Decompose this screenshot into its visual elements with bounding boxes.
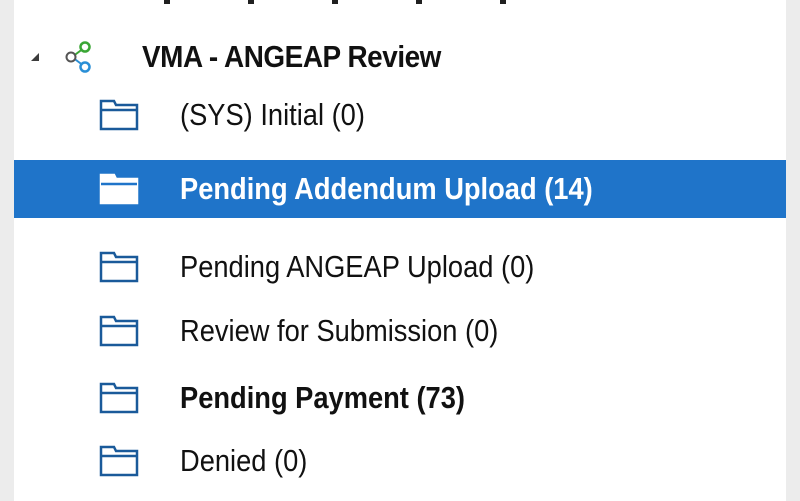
tree-view[interactable]: VMA - ANGEAP Review (SYS) Initial (0) Pe… (14, 0, 786, 501)
window-frame: VMA - ANGEAP Review (SYS) Initial (0) Pe… (0, 0, 800, 501)
clipped-row-above (164, 0, 614, 12)
folder-icon (99, 315, 139, 347)
tree-root-label: VMA - ANGEAP Review (142, 39, 441, 74)
tree-item-denied[interactable]: Denied (0) (14, 432, 786, 490)
tree-item-label: (SYS) Initial (0) (180, 97, 365, 132)
tree-item-label: Review for Submission (0) (180, 313, 499, 348)
folder-icon (99, 251, 139, 283)
tree-item-review-for-submission[interactable]: Review for Submission (0) (14, 302, 786, 360)
tree-item-label: Pending ANGEAP Upload (0) (180, 249, 535, 284)
tree-item-sys-initial[interactable]: (SYS) Initial (0) (14, 86, 786, 144)
tree-item-pending-angeap-upload[interactable]: Pending ANGEAP Upload (0) (14, 238, 786, 296)
expanded-triangle-icon[interactable] (31, 53, 39, 61)
folder-icon (99, 382, 139, 414)
tree-item-label: Denied (0) (180, 443, 308, 478)
folder-icon (99, 445, 139, 477)
workflow-icon (65, 41, 91, 73)
tree-item-pending-payment[interactable]: Pending Payment (73) (14, 369, 786, 427)
tree-item-label: Pending Addendum Upload (14) (180, 171, 593, 206)
tree-item-pending-addendum-upload[interactable]: Pending Addendum Upload (14) (14, 160, 786, 218)
tree-root-node[interactable]: VMA - ANGEAP Review (14, 28, 786, 86)
folder-icon (99, 99, 139, 131)
tree-item-label: Pending Payment (73) (180, 380, 465, 415)
folder-icon (99, 173, 139, 205)
